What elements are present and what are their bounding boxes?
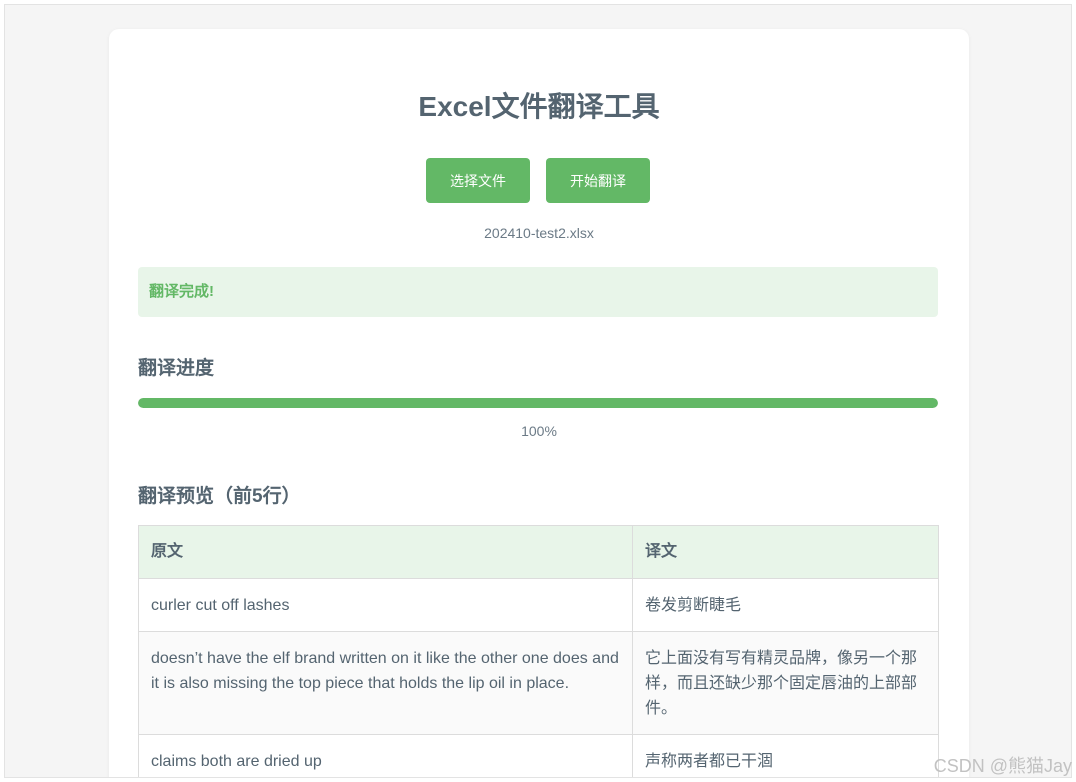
progress-bar [138,398,938,408]
translated-text-cell: 声称两者都已干涸 [632,734,939,777]
column-header-translation: 译文 [632,525,939,579]
page-title: Excel文件翻译工具 [418,91,660,122]
progress-percent-label: 100% [521,423,557,439]
column-header-source: 原文 [138,525,633,579]
translator-card: Excel文件翻译工具 选择文件 开始翻译 202410-test2.xlsx … [109,29,969,777]
selected-file-name: 202410-test2.xlsx [484,225,594,241]
table-row: doesn’t have the elf brand written on it… [138,631,939,735]
translated-text-cell: 卷发剪断睫毛 [632,578,939,632]
preview-section-title: 翻译预览（前5行） [138,486,301,507]
source-text-cell: doesn’t have the elf brand written on it… [138,631,633,735]
progress-section-title: 翻译进度 [138,358,215,379]
select-file-button[interactable]: 选择文件 [426,158,530,203]
translated-text-cell: 它上面没有写有精灵品牌，像另一个那样，而且还缺少那个固定唇油的上部部件。 [632,631,939,735]
table-row: curler cut off lashes 卷发剪断睫毛 [138,578,939,632]
table-row: claims both are dried up 声称两者都已干涸 [138,734,939,777]
start-translate-button[interactable]: 开始翻译 [546,158,650,203]
source-text-cell: claims both are dried up [138,734,633,777]
progress-bar-fill [138,398,938,408]
source-text-cell: curler cut off lashes [138,578,633,632]
table-header-row: 原文 译文 [138,525,939,579]
browser-viewport: Excel文件翻译工具 选择文件 开始翻译 202410-test2.xlsx … [4,4,1072,778]
preview-table: 原文 译文 curler cut off lashes 卷发剪断睫毛 doesn… [138,525,939,777]
csdn-watermark: CSDN @熊猫Jay [933,756,1072,776]
status-message: 翻译完成! [138,267,938,317]
